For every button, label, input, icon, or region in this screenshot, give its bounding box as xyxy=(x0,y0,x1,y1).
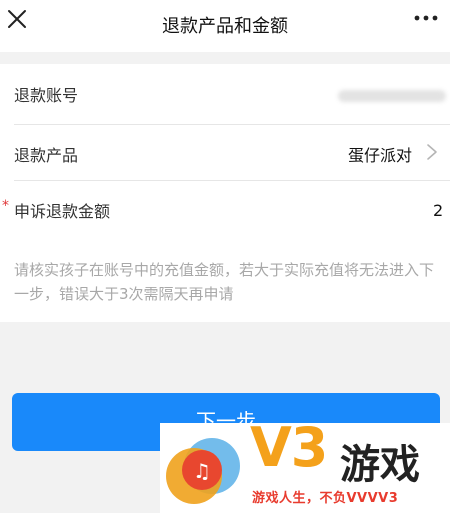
product-value[interactable]: 蛋仔派对 xyxy=(348,142,412,166)
row-divider xyxy=(14,180,450,181)
amount-label: 申诉退款金额 xyxy=(14,202,111,221)
required-mark: * xyxy=(2,198,9,214)
top-bar: 退款产品和金额 xyxy=(0,0,450,52)
hint-text: 请核实孩子在账号中的充值金额，若大于实际充值将无法进入下一步，错误大于3次需隔天… xyxy=(14,261,435,303)
account-label: 退款账号 xyxy=(14,86,79,105)
section-separator xyxy=(0,52,450,64)
product-label: 退款产品 xyxy=(14,146,79,165)
watermark-brand: V3 xyxy=(250,416,328,479)
watermark-name: 游戏 xyxy=(340,442,420,488)
watermark-logo-icon: ♫ xyxy=(166,438,240,504)
svg-text:♫: ♫ xyxy=(193,459,211,483)
more-icon[interactable] xyxy=(412,11,440,25)
row-divider xyxy=(14,124,450,125)
account-value-blurred xyxy=(338,90,446,102)
amount-input[interactable]: 2 xyxy=(433,201,443,220)
watermark-slogan: 游戏人生，不负VVVV3 xyxy=(252,491,399,506)
chevron-right-icon[interactable] xyxy=(426,143,438,161)
page-title: 退款产品和金额 xyxy=(162,16,288,37)
